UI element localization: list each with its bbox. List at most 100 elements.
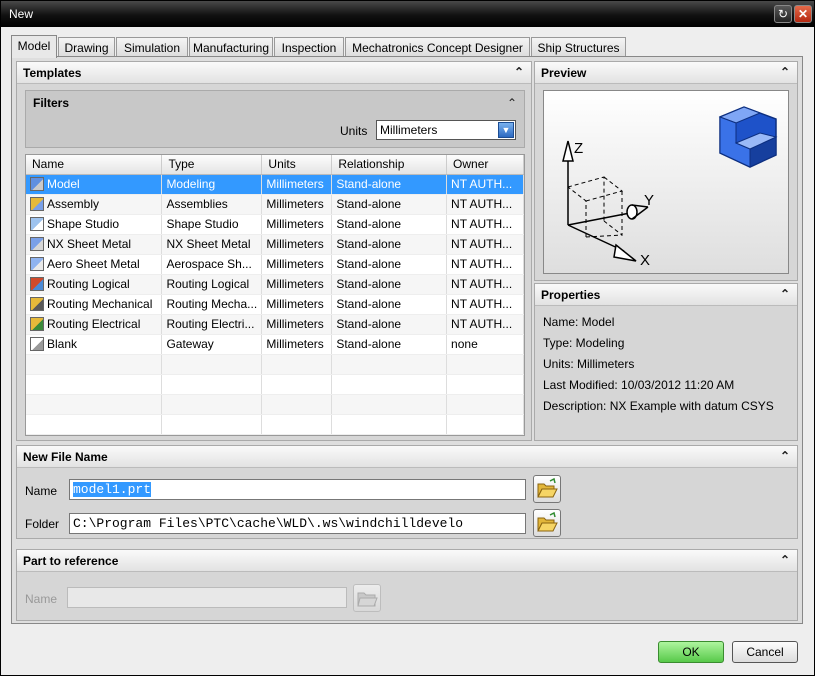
cell-type: Shape Studio [161, 214, 263, 235]
tab-simulation[interactable]: Simulation [116, 37, 188, 57]
cell-owner-text: NT AUTH... [451, 197, 513, 211]
cell-name [26, 374, 163, 395]
reference-name-input[interactable] [67, 587, 347, 608]
cell-relationship: Stand-alone [331, 254, 448, 275]
ok-button[interactable]: OK [658, 641, 724, 663]
collapse-properties-icon[interactable]: ⌃ [777, 286, 793, 302]
cell-name-text: NX Sheet Metal [47, 237, 132, 251]
cell-name: Routing Mechanical [26, 294, 163, 315]
table-row[interactable] [26, 414, 524, 435]
cell-units: Millimeters [261, 314, 333, 335]
tab-manufacturing[interactable]: Manufacturing [189, 37, 273, 57]
collapse-templates-icon[interactable]: ⌃ [511, 64, 527, 80]
folder-value: C:\Program Files\PTC\cache\WLD\.ws\windc… [73, 516, 464, 531]
folder-icon [357, 592, 378, 607]
templates-table: Name Type Units Relationship Owner Model… [25, 154, 525, 436]
cell-type: Routing Electri... [161, 314, 263, 335]
table-row[interactable]: Routing Mechanical Routing Mecha... Millim… [26, 294, 524, 315]
dialog-body: Model Drawing Simulation Manufacturing I… [1, 27, 814, 675]
tab-model[interactable]: Model [11, 35, 57, 58]
collapse-filters-icon[interactable]: ⌃ [504, 95, 520, 111]
table-row[interactable] [26, 374, 524, 395]
property-last-modified: Last Modified: 10/03/2012 11:20 AM [543, 378, 735, 392]
cell-units [261, 414, 333, 435]
table-row[interactable] [26, 394, 524, 415]
tab-drawing[interactable]: Drawing [58, 37, 115, 57]
units-select[interactable]: Millimeters ▼ [376, 120, 516, 140]
property-units: Units: Millimeters [543, 357, 635, 371]
cell-name: Aero Sheet Metal [26, 254, 163, 275]
cell-name: NX Sheet Metal [26, 234, 163, 255]
cell-units-text: Millimeters [266, 197, 324, 211]
cell-name: Assembly [26, 194, 163, 215]
folder-input[interactable]: C:\Program Files\PTC\cache\WLD\.ws\windc… [69, 513, 526, 534]
table-row[interactable]: Assembly Assemblies Millimeters Stand-alone… [26, 194, 524, 215]
filters-title: Filters [33, 96, 70, 110]
table-row[interactable]: Aero Sheet Metal Aerospace Sh... Millimete… [26, 254, 524, 275]
blank-icon [30, 337, 44, 351]
help-icon[interactable]: ↻ [774, 5, 792, 23]
cell-owner-text: NT AUTH... [451, 237, 513, 251]
cell-type [161, 354, 263, 375]
cell-units-text: Millimeters [266, 257, 324, 271]
title-bar[interactable]: New ↻ ✕ [1, 1, 814, 27]
browse-name-button[interactable] [533, 475, 561, 503]
cancel-button[interactable]: Cancel [732, 641, 798, 663]
file-name-input[interactable]: model1.prt [69, 479, 526, 500]
reference-name-label: Name [25, 592, 58, 606]
collapse-part-to-reference-icon[interactable]: ⌃ [777, 552, 793, 568]
cell-owner: NT AUTH... [446, 214, 524, 235]
table-row[interactable]: NX Sheet Metal NX Sheet Metal Millimeters S… [26, 234, 524, 255]
part-to-reference-header[interactable]: Part to reference ⌃ [17, 550, 797, 572]
browse-folder-button[interactable] [533, 509, 561, 537]
cell-owner-text: NT AUTH... [451, 177, 513, 191]
browse-reference-button[interactable] [353, 584, 381, 612]
cell-type [161, 394, 263, 415]
close-icon[interactable]: ✕ [794, 5, 812, 23]
cell-type [161, 374, 263, 395]
column-header-units[interactable]: Units [261, 155, 333, 175]
cell-owner-text: NT AUTH... [451, 257, 513, 271]
cell-units-text: Millimeters [266, 277, 324, 291]
cell-relationship: Stand-alone [331, 274, 448, 295]
collapse-preview-icon[interactable]: ⌃ [777, 64, 793, 80]
aero-sheet-metal-icon [30, 257, 44, 271]
cell-units: Millimeters [261, 254, 333, 275]
column-header-name[interactable]: Name [26, 155, 163, 175]
tab-mechatronics-concept-designer[interactable]: Mechatronics Concept Designer [345, 37, 530, 57]
cell-units-text: Millimeters [266, 317, 324, 331]
chevron-down-icon[interactable]: ▼ [498, 122, 514, 138]
preview-header[interactable]: Preview ⌃ [535, 62, 797, 84]
folder-open-icon [537, 477, 558, 498]
column-header-type[interactable]: Type [161, 155, 263, 175]
cell-relationship: Stand-alone [331, 194, 448, 215]
cell-relationship: Stand-alone [331, 314, 448, 335]
cell-type: NX Sheet Metal [161, 234, 263, 255]
cell-units-text: Millimeters [266, 337, 324, 351]
column-header-relationship[interactable]: Relationship [331, 155, 448, 175]
table-row[interactable]: Shape Studio Shape Studio Millimeters Stand… [26, 214, 524, 235]
cell-relationship-text: Stand-alone [336, 217, 402, 231]
routing-electrical-icon [30, 317, 44, 331]
routing-mechanical-icon [30, 297, 44, 311]
cell-name-text: Routing Logical [47, 277, 130, 291]
name-label: Name [25, 484, 58, 498]
table-row[interactable] [26, 354, 524, 375]
collapse-new-file-name-icon[interactable]: ⌃ [777, 448, 793, 464]
tab-ship-structures[interactable]: Ship Structures [531, 37, 626, 57]
filters-group: Filters ⌃ Units Millimeters ▼ [25, 90, 525, 148]
table-row[interactable]: Blank Gateway Millimeters Stand-alone none [26, 334, 524, 355]
property-description: Description: NX Example with datum CSYS [543, 399, 774, 413]
table-row[interactable]: Routing Electrical Routing Electri... Mill… [26, 314, 524, 335]
tab-inspection[interactable]: Inspection [274, 37, 344, 57]
cell-type: Gateway [161, 334, 263, 355]
table-row[interactable]: Model Modeling Millimeters Stand-alone NT AU… [26, 174, 524, 195]
folder-label: Folder [25, 517, 60, 531]
cell-name [26, 354, 163, 375]
properties-list: Name: Model Type: Modeling Units: Millim… [543, 312, 774, 417]
column-header-owner[interactable]: Owner [446, 155, 524, 175]
templates-header[interactable]: Templates ⌃ [17, 62, 531, 84]
new-file-name-header[interactable]: New File Name ⌃ [17, 446, 797, 468]
properties-header[interactable]: Properties ⌃ [535, 284, 797, 306]
table-row[interactable]: Routing Logical Routing Logical Millimeter… [26, 274, 524, 295]
